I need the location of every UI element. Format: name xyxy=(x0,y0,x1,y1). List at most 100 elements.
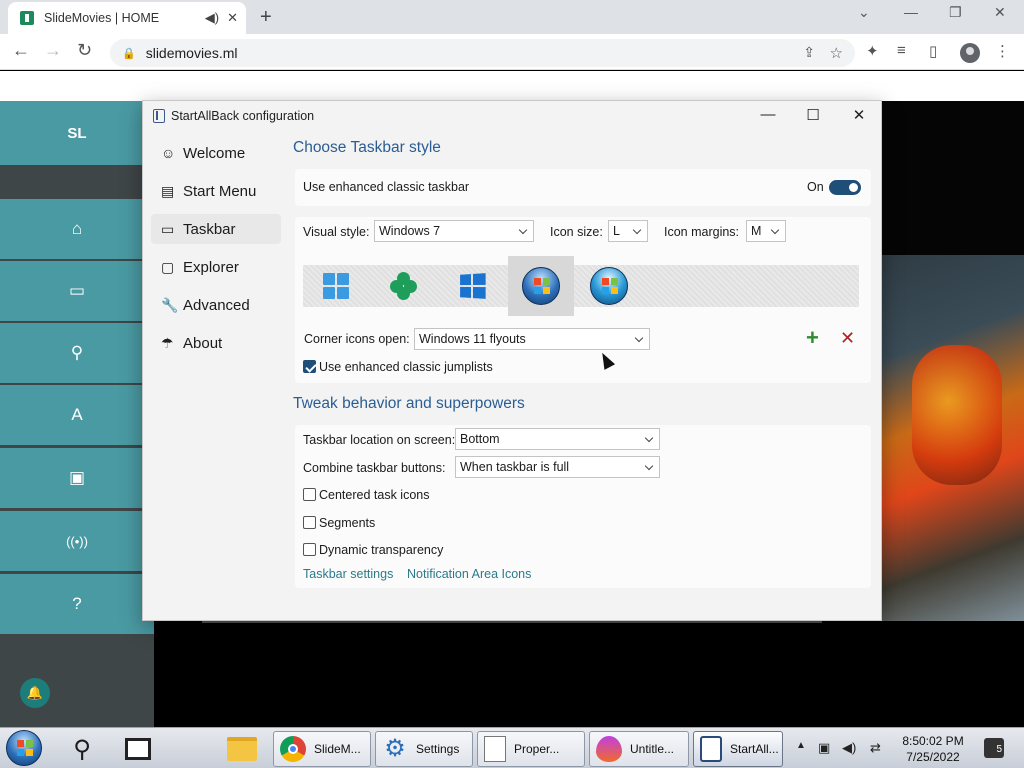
site-nav-home[interactable]: ⌂ xyxy=(0,199,154,259)
taskbar-button-label: Untitle... xyxy=(630,742,675,756)
media-queue-icon[interactable]: ≡ xyxy=(897,42,906,59)
site-nav-help[interactable]: ? xyxy=(0,574,154,634)
extensions-puzzle-icon[interactable]: ✦ xyxy=(866,42,879,60)
paint-drop-icon xyxy=(596,736,622,762)
icon-size-label: Icon size: xyxy=(550,225,603,239)
browser-tab[interactable]: SlideMovies | HOME ◀) ✕ xyxy=(8,2,246,34)
style-windows-vista[interactable] xyxy=(576,256,642,316)
restore-icon[interactable]: ❐ xyxy=(949,4,962,21)
startallback-icon xyxy=(700,736,722,762)
bell-icon[interactable]: 🔔 xyxy=(20,678,50,708)
task-view-icon[interactable] xyxy=(118,731,158,767)
corner-icons-select[interactable]: Windows 11 flyouts xyxy=(414,328,650,350)
style-windows-10[interactable] xyxy=(439,256,505,316)
speaker-muted-icon[interactable]: ◀) xyxy=(205,10,219,26)
site-nav-broadcast[interactable]: ((•)) xyxy=(0,511,154,571)
nav-start-menu[interactable]: ▤ Start Menu xyxy=(151,176,281,206)
window-titlebar[interactable]: StartAllBack configuration — ☐ ✕ xyxy=(143,101,881,131)
site-nav-search[interactable]: ⚲ xyxy=(0,323,154,383)
volume-icon[interactable]: ◀) xyxy=(842,740,856,756)
taskbar-button-label: StartAll... xyxy=(730,742,779,756)
tab-close-icon[interactable]: ✕ xyxy=(227,10,238,26)
corner-icons-label: Corner icons open: xyxy=(304,332,410,346)
back-arrow-icon[interactable]: ← xyxy=(12,40,30,61)
chrome-menu-icon[interactable]: ⋮ xyxy=(995,42,1010,60)
properties-icon xyxy=(484,736,506,762)
centered-icons-label: Centered task icons xyxy=(319,488,430,502)
enhanced-taskbar-label: Use enhanced classic taskbar xyxy=(303,180,470,194)
visual-style-select[interactable]: Windows 7 xyxy=(374,220,534,242)
nav-advanced[interactable]: 🔧 Advanced xyxy=(151,290,281,320)
search-icon: ⚲ xyxy=(70,343,84,362)
profile-avatar[interactable] xyxy=(960,43,980,63)
pen-settings-icon[interactable]: ⇄ xyxy=(870,740,881,756)
forward-arrow-icon[interactable]: → xyxy=(44,40,62,61)
tab-title: SlideMovies | HOME xyxy=(44,11,160,25)
nav-taskbar[interactable]: ▭ Taskbar xyxy=(151,214,281,244)
centered-icons-checkbox[interactable] xyxy=(303,488,316,501)
browser-toolbar: ← → ↻ 🔒 slidemovies.ml ⇪ ☆ ✦ ≡ ▯ ⋮ xyxy=(0,34,1024,70)
dynamic-transparency-label: Dynamic transparency xyxy=(319,543,444,557)
minimize-icon[interactable]: — xyxy=(904,4,918,20)
start-button[interactable] xyxy=(6,730,44,768)
style-clover[interactable] xyxy=(371,256,437,316)
site-nav-font[interactable]: A xyxy=(0,385,154,445)
close-icon[interactable]: ✕ xyxy=(844,106,874,124)
close-window-icon[interactable]: ✕ xyxy=(994,4,1006,21)
site-nav-tv[interactable]: ▭ xyxy=(0,261,154,321)
clover-logo-icon xyxy=(390,272,418,300)
dynamic-transparency-checkbox[interactable] xyxy=(303,543,316,556)
taskbar-clock[interactable]: 8:50:02 PM 7/25/2022 xyxy=(898,733,968,765)
nav-about[interactable]: ☂ About xyxy=(151,328,281,358)
taskbar-button-startallback[interactable]: StartAll... xyxy=(693,731,783,767)
network-icon[interactable]: ▣ xyxy=(818,740,830,756)
bookmark-star-icon[interactable]: ☆ xyxy=(830,44,843,62)
style-windows-11[interactable] xyxy=(303,256,369,316)
enhanced-taskbar-toggle[interactable] xyxy=(829,180,861,195)
combine-buttons-select[interactable]: When taskbar is full xyxy=(455,456,660,478)
notification-area-icons-link[interactable]: Notification Area Icons xyxy=(407,567,531,581)
windows-11-logo-icon xyxy=(323,273,349,299)
taskbar-button-label: Proper... xyxy=(514,742,560,756)
taskbar-location-select[interactable]: Bottom xyxy=(455,428,660,450)
share-icon[interactable]: ⇪ xyxy=(803,44,815,61)
taskbar-button-chrome[interactable]: SlideM... xyxy=(273,731,371,767)
minimize-icon[interactable]: — xyxy=(753,106,783,123)
taskbar-button-settings[interactable]: ⚙ Settings xyxy=(375,731,473,767)
notification-count: 5 xyxy=(996,744,1002,755)
file-explorer-icon[interactable] xyxy=(222,731,262,767)
style-windows-7[interactable] xyxy=(508,256,574,316)
nav-welcome[interactable]: ☺ Welcome xyxy=(151,138,281,168)
site-logo[interactable]: SL xyxy=(0,101,154,165)
tray-overflow-arrow-icon[interactable]: ▲ xyxy=(796,740,806,751)
nav-label: Taskbar xyxy=(183,220,236,238)
page-header-strip xyxy=(0,71,1024,101)
windows-start-orb-icon xyxy=(6,730,42,766)
video-player[interactable] xyxy=(882,255,1024,621)
jumplists-checkbox[interactable] xyxy=(303,360,316,373)
nav-label: Advanced xyxy=(183,296,250,314)
segments-checkbox[interactable] xyxy=(303,516,316,529)
nav-explorer[interactable]: ▢ Explorer xyxy=(151,252,281,282)
tab-search-chevron-icon[interactable]: ⌄ xyxy=(858,4,870,21)
notification-center-icon[interactable]: 5 xyxy=(984,738,1004,758)
side-panel-icon[interactable]: ▯ xyxy=(929,42,937,60)
reload-icon[interactable]: ↻ xyxy=(77,40,92,61)
search-magnifier-icon[interactable]: ⚲ xyxy=(62,731,102,767)
segments-label: Segments xyxy=(319,516,376,530)
taskbar-settings-link[interactable]: Taskbar settings xyxy=(303,567,393,581)
clock-date: 7/25/2022 xyxy=(906,750,960,764)
add-plus-icon[interactable]: + xyxy=(806,327,819,349)
nav-label: Start Menu xyxy=(183,182,257,200)
taskbar-button-untitled[interactable]: Untitle... xyxy=(589,731,689,767)
taskbar-button-properties[interactable]: Proper... xyxy=(477,731,585,767)
remove-x-icon[interactable]: ✕ xyxy=(840,327,855,349)
icon-size-select[interactable]: L xyxy=(608,220,648,242)
taskbar-icon: ▭ xyxy=(161,220,175,237)
icon-margins-select[interactable]: M xyxy=(746,220,786,242)
site-nav-image[interactable]: ▣ xyxy=(0,448,154,508)
address-bar[interactable]: 🔒 slidemovies.ml ⇪ ☆ xyxy=(110,39,855,67)
new-tab-plus-icon[interactable]: + xyxy=(260,6,272,29)
icon-margins-label: Icon margins: xyxy=(664,225,740,239)
maximize-icon[interactable]: ☐ xyxy=(798,106,828,124)
